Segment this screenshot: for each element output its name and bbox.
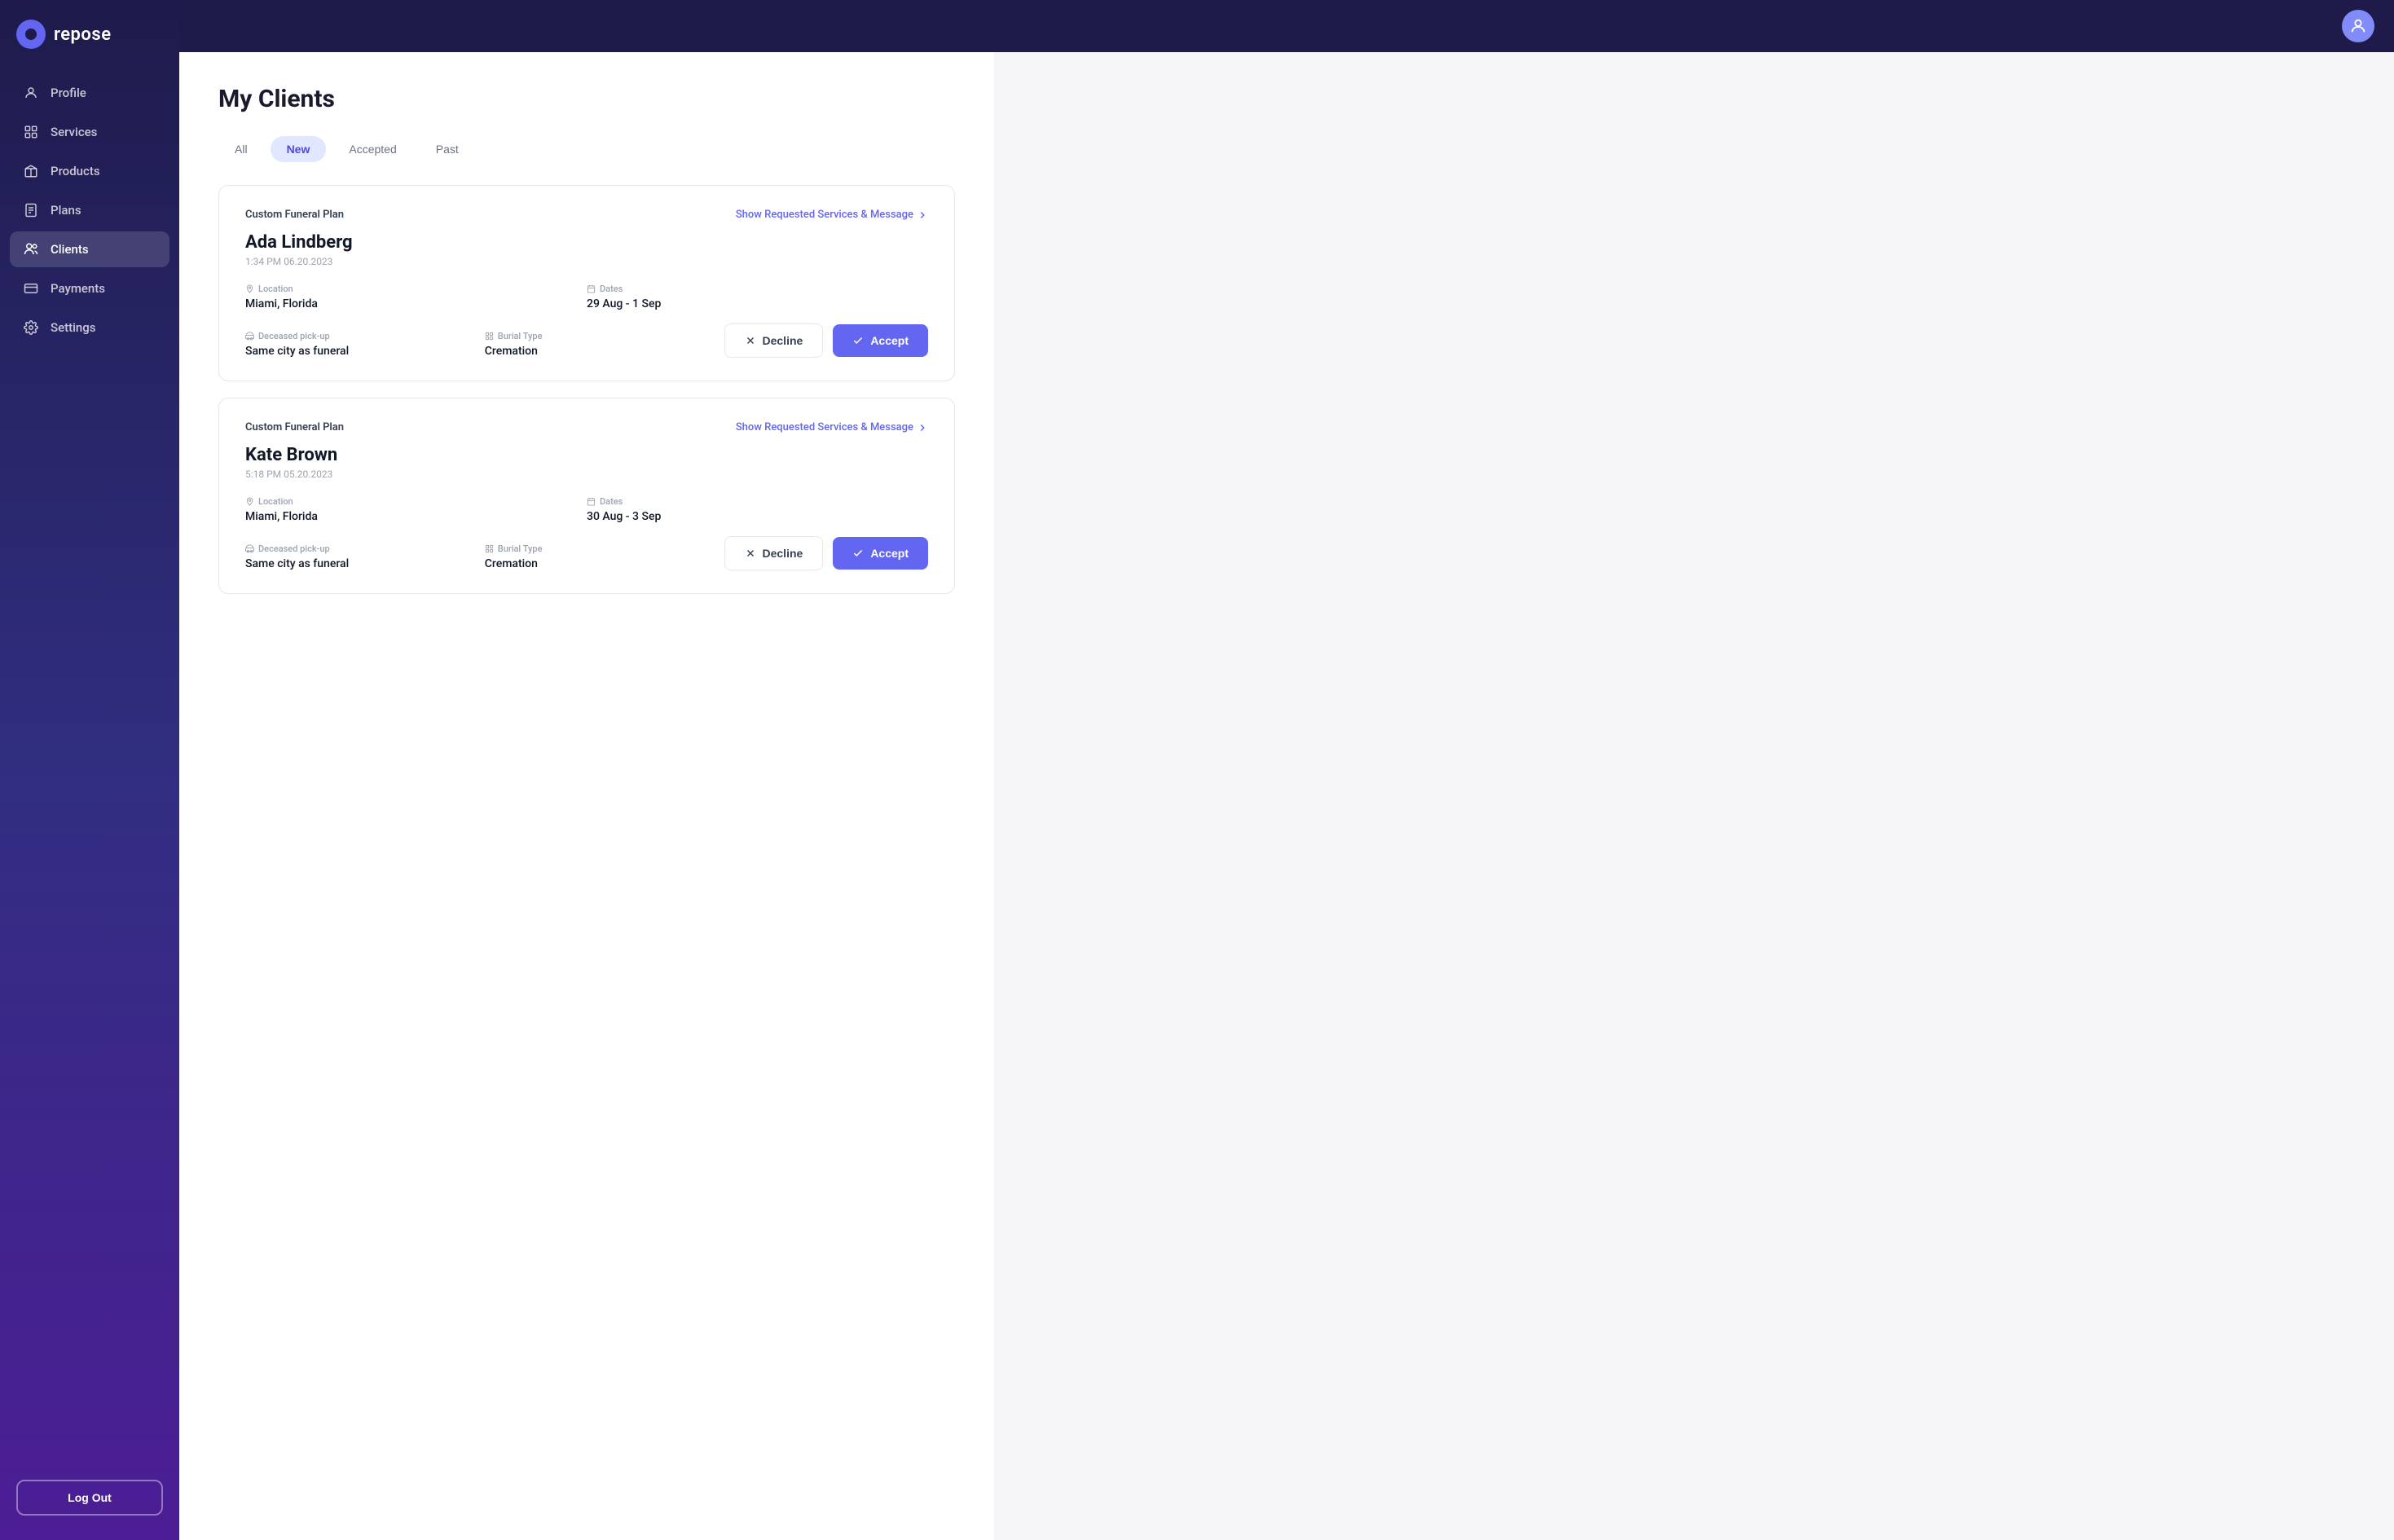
user-icon (23, 85, 39, 101)
logout-button[interactable]: Log Out (16, 1480, 163, 1516)
settings-icon (23, 319, 39, 336)
burial-group-1: Burial Type Cremation (485, 331, 724, 358)
logo-text: repose (54, 24, 112, 45)
sidebar-bottom: Log Out (0, 1463, 179, 1540)
nav-menu: Profile Services Products (0, 75, 179, 1463)
sidebar-item-profile-label: Profile (51, 86, 86, 100)
logo: repose (0, 0, 179, 75)
sidebar-item-services[interactable]: Services (10, 114, 169, 150)
sidebar-item-settings-label: Settings (51, 320, 96, 335)
pickup-value-1: Same city as funeral (245, 345, 485, 358)
tab-past[interactable]: Past (420, 136, 475, 162)
show-services-link-2[interactable]: Show Requested Services & Message (736, 421, 928, 433)
card-actions-1: Decline Accept (724, 323, 929, 358)
sidebar-item-services-label: Services (51, 125, 97, 139)
grid-icon (23, 124, 39, 140)
client-card-1: Custom Funeral Plan Show Requested Servi… (218, 185, 955, 381)
tab-new[interactable]: New (271, 136, 327, 162)
card-bottom-2: Deceased pick-up Same city as funeral Bu… (245, 536, 928, 570)
sidebar-item-clients[interactable]: Clients (10, 231, 169, 267)
sidebar-item-clients-label: Clients (51, 242, 89, 257)
client-timestamp-2: 5:18 PM 05.20.2023 (245, 469, 928, 480)
sidebar-item-plans-label: Plans (51, 203, 81, 218)
burial-label-1: Burial Type (485, 331, 724, 341)
tab-accepted[interactable]: Accepted (332, 136, 412, 162)
pickup-label-2: Deceased pick-up (245, 543, 485, 554)
sidebar-item-payments-label: Payments (51, 281, 105, 296)
location-label-1: Location (245, 284, 587, 294)
avatar[interactable] (2342, 10, 2374, 42)
content-inner: My Clients All New Accepted Past Custom … (179, 52, 994, 1540)
logo-icon (16, 20, 46, 49)
content-area: My Clients All New Accepted Past Custom … (179, 52, 2394, 1540)
plan-label-2: Custom Funeral Plan (245, 421, 344, 433)
client-card-2: Custom Funeral Plan Show Requested Servi… (218, 398, 955, 594)
dates-value-2: 30 Aug - 3 Sep (587, 510, 928, 523)
pickup-group-2: Deceased pick-up Same city as funeral (245, 543, 485, 570)
location-value-1: Miami, Florida (245, 297, 587, 310)
dates-group-1: Dates 29 Aug - 1 Sep (587, 284, 928, 310)
pickup-value-2: Same city as funeral (245, 557, 485, 570)
card-header-2: Custom Funeral Plan Show Requested Servi… (245, 421, 928, 433)
location-label-2: Location (245, 496, 587, 507)
sidebar-item-plans[interactable]: Plans (10, 192, 169, 228)
accept-button-2[interactable]: Accept (833, 537, 928, 570)
burial-value-1: Cremation (485, 345, 724, 358)
client-name-2: Kate Brown (245, 445, 928, 465)
header (179, 0, 2394, 52)
tab-all[interactable]: All (218, 136, 264, 162)
payment-icon (23, 280, 39, 297)
page-title: My Clients (218, 85, 955, 113)
main-wrapper: My Clients All New Accepted Past Custom … (179, 0, 2394, 1540)
doc-icon (23, 202, 39, 218)
tabs-bar: All New Accepted Past (218, 136, 955, 162)
burial-label-2: Burial Type (485, 543, 724, 554)
card-bottom-1: Deceased pick-up Same city as funeral Bu… (245, 323, 928, 358)
location-group-2: Location Miami, Florida (245, 496, 587, 523)
location-value-2: Miami, Florida (245, 510, 587, 523)
sidebar-item-payments[interactable]: Payments (10, 271, 169, 306)
pickup-label-1: Deceased pick-up (245, 331, 485, 341)
sidebar-item-profile[interactable]: Profile (10, 75, 169, 111)
location-group-1: Location Miami, Florida (245, 284, 587, 310)
box-icon (23, 163, 39, 179)
sidebar: repose Profile Services (0, 0, 179, 1540)
decline-button-2[interactable]: Decline (724, 536, 824, 570)
card-header-1: Custom Funeral Plan Show Requested Servi… (245, 209, 928, 221)
plan-label-1: Custom Funeral Plan (245, 209, 344, 221)
pickup-group-1: Deceased pick-up Same city as funeral (245, 331, 485, 358)
dates-label-1: Dates (587, 284, 928, 294)
accept-button-1[interactable]: Accept (833, 324, 928, 357)
dates-label-2: Dates (587, 496, 928, 507)
client-name-1: Ada Lindberg (245, 232, 928, 253)
decline-button-1[interactable]: Decline (724, 323, 824, 358)
dates-value-1: 29 Aug - 1 Sep (587, 297, 928, 310)
dates-group-2: Dates 30 Aug - 3 Sep (587, 496, 928, 523)
sidebar-item-products[interactable]: Products (10, 153, 169, 189)
sidebar-item-products-label: Products (51, 164, 100, 178)
burial-value-2: Cremation (485, 557, 724, 570)
sidebar-item-settings[interactable]: Settings (10, 310, 169, 345)
card-actions-2: Decline Accept (724, 536, 929, 570)
show-services-link-1[interactable]: Show Requested Services & Message (736, 209, 928, 221)
clients-icon (23, 241, 39, 257)
burial-group-2: Burial Type Cremation (485, 543, 724, 570)
client-timestamp-1: 1:34 PM 06.20.2023 (245, 256, 928, 267)
